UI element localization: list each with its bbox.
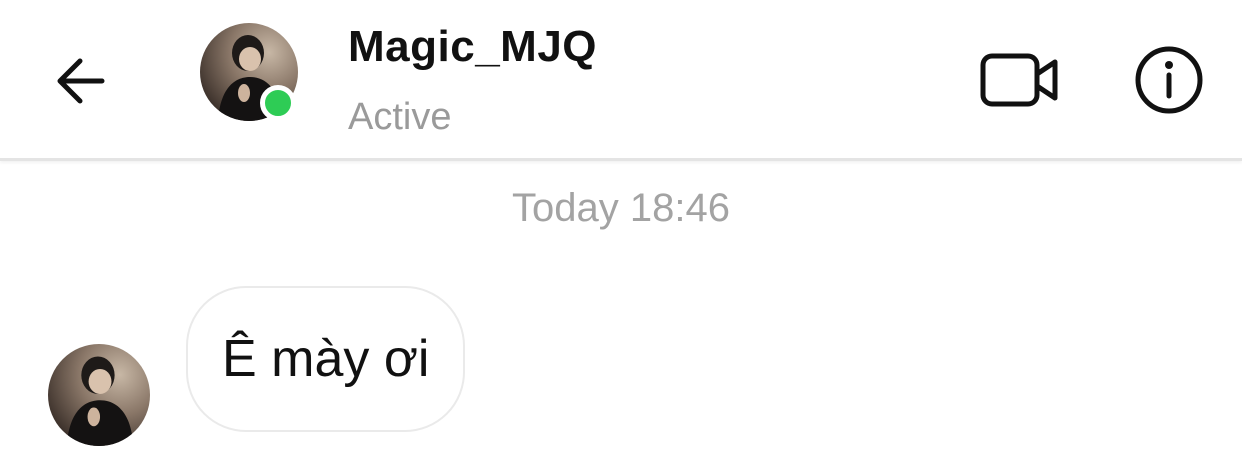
chat-header: Magic_MJQ Active xyxy=(0,0,1242,161)
info-button[interactable] xyxy=(1124,40,1214,120)
message-bubble[interactable]: Ê mày ơi xyxy=(186,286,466,432)
video-camera-icon xyxy=(980,53,1058,107)
message-text: Ê mày ơi xyxy=(222,330,430,388)
arrow-left-icon xyxy=(57,58,105,104)
message-timestamp: Today 18:46 xyxy=(512,186,730,230)
profile-avatar[interactable] xyxy=(200,23,298,121)
video-call-button[interactable] xyxy=(975,40,1067,120)
chat-status: Active xyxy=(348,96,452,138)
chat-username[interactable]: Magic_MJQ xyxy=(348,22,597,72)
online-status-dot xyxy=(260,85,296,121)
message-sender-avatar[interactable] xyxy=(48,344,150,446)
back-button[interactable] xyxy=(44,45,116,117)
info-circle-icon xyxy=(1135,46,1203,114)
